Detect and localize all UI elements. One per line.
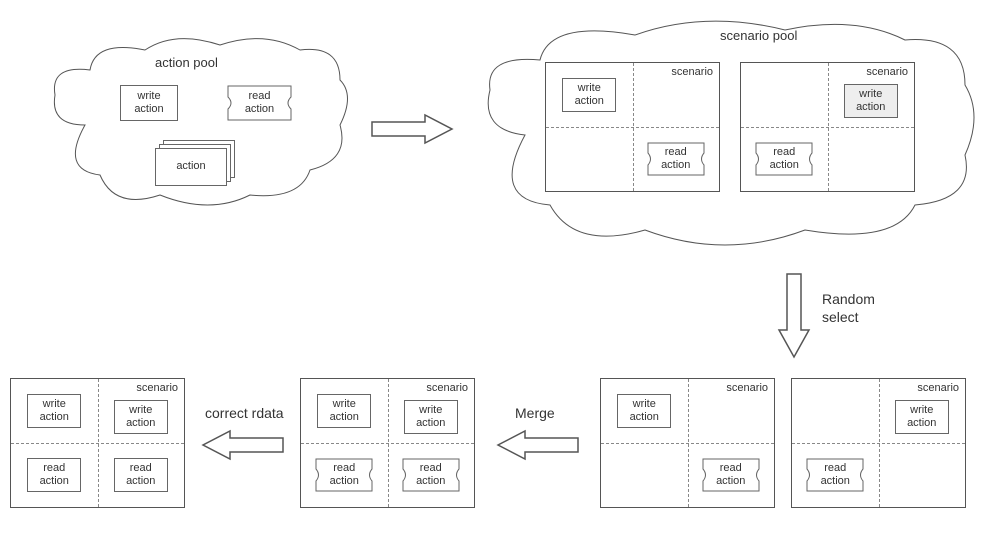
scenario-selected-1: scenario write action read action <box>600 378 775 508</box>
merge-label: Merge <box>515 405 555 421</box>
arrow-random-select <box>776 272 812 360</box>
scenario-final: scenario write action write action read … <box>10 378 185 508</box>
arrow-correct-rdata <box>200 428 285 462</box>
scenario-pool-label: scenario pool <box>720 28 797 43</box>
action-text: action <box>176 160 205 173</box>
random-select-label: Random select <box>822 290 875 326</box>
scenario-pool-1: scenario write action read action <box>545 62 720 192</box>
read-action-ticket: read action <box>227 85 292 121</box>
read-action-text: read action <box>245 90 274 116</box>
scenario-label: scenario <box>671 66 713 78</box>
action-stack: action <box>155 140 245 190</box>
arrow-merge <box>495 428 580 462</box>
scenario-selected-2: scenario write action read action <box>791 378 966 508</box>
arrow-to-scenario-pool <box>370 112 455 146</box>
write-action-text: write action <box>134 90 163 116</box>
scenario-pool-2: scenario write action read action <box>740 62 915 192</box>
action-pool-label: action pool <box>155 55 218 70</box>
write-action-box: write action <box>120 85 178 121</box>
correct-rdata-label: correct rdata <box>205 405 284 421</box>
scenario-label: scenario <box>726 382 768 394</box>
scenario-merged: scenario write action write action read … <box>300 378 475 508</box>
